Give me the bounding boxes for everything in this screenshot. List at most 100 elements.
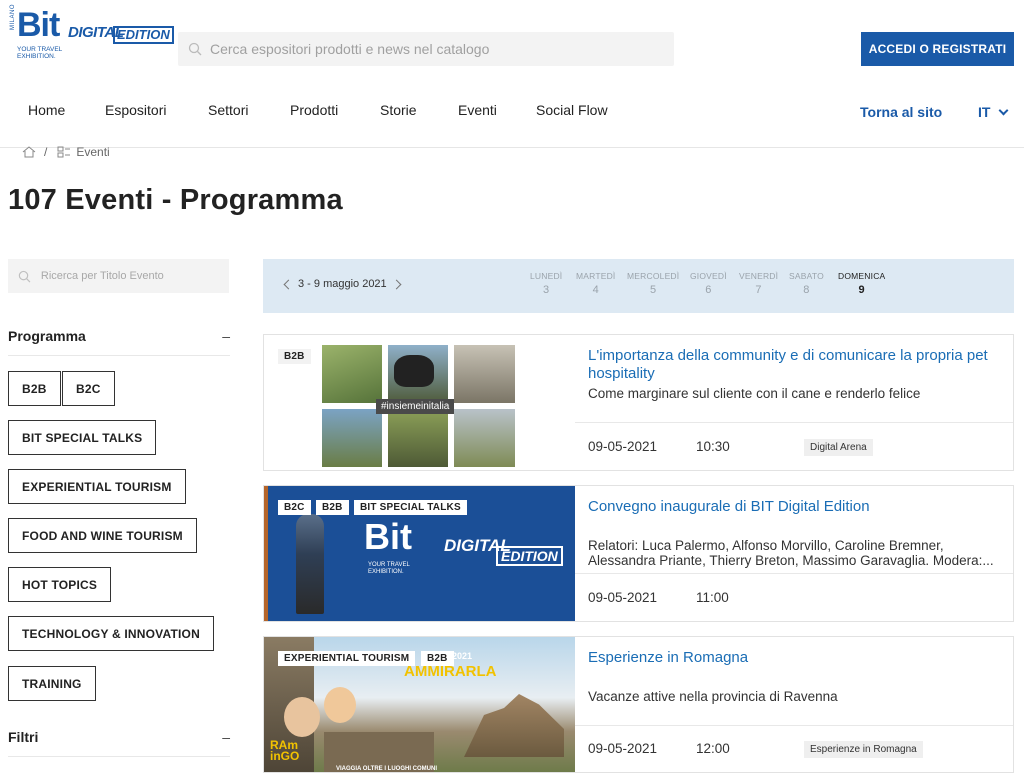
week-range-label: 3 - 9 maggio 2021 [298, 278, 387, 290]
calendar-day-friday[interactable]: VENERDÌ 7 [739, 271, 778, 296]
day-name: VENERDÌ [739, 271, 779, 281]
calendar-day-saturday[interactable]: SABATO 8 [789, 271, 824, 296]
image-year: 2021 [452, 651, 473, 661]
image-logo-bit: Bit [364, 516, 412, 557]
nav-item-storie[interactable]: Storie [380, 102, 417, 118]
event-title[interactable]: L'importanza della community e di comuni… [588, 347, 1008, 383]
catalog-search-input[interactable] [210, 41, 650, 57]
language-label: IT [978, 104, 991, 120]
event-badge-b2b: B2B [316, 500, 349, 515]
event-date: 09-05-2021 [588, 590, 658, 605]
filter-chip-b2b[interactable]: B2B [8, 371, 61, 406]
nav-item-settori[interactable]: Settori [208, 102, 248, 118]
calendar-day-thursday[interactable]: GIOVEDÌ 6 [690, 271, 727, 296]
day-number: 5 [650, 284, 657, 296]
programma-label: Programma [8, 327, 86, 344]
logo-tagline: YOUR TRAVEL EXHIBITION. [17, 46, 77, 60]
filtri-section-header[interactable]: Filtri – [8, 717, 230, 757]
programma-section-header[interactable]: Programma – [8, 316, 230, 356]
logo-edition-text: EDITION [113, 26, 174, 44]
day-name: LUNEDÌ [530, 271, 563, 281]
event-subtitle: Vacanze attive nella provincia di Ravenn… [588, 689, 838, 704]
language-selector[interactable]: IT [978, 104, 1009, 120]
catalog-search-bar [178, 32, 674, 66]
filtri-label: Filtri [8, 728, 39, 745]
calendar-day-tuesday[interactable]: MARTEDÌ 4 [576, 271, 616, 296]
back-to-site-link[interactable]: Torna al sito [860, 104, 942, 120]
filter-chip-hot-topics[interactable]: HOT TOPICS [8, 567, 112, 602]
event-title[interactable]: Esperienze in Romagna [588, 649, 1008, 667]
filter-chip-experiential-tourism[interactable]: EXPERIENTIAL TOURISM [8, 469, 186, 504]
image-ramingo-line-2: inGO [270, 749, 300, 763]
logo-tagline-line-1: YOUR TRAVEL [17, 46, 63, 53]
event-card[interactable]: AMMIRARLA 2021 RAm inGO VIAGGIA OLTRE I L… [263, 636, 1014, 773]
nav-item-home[interactable]: Home [28, 102, 65, 118]
image-logo-edition: EDITION [496, 546, 563, 566]
filter-chip-bit-special-talks[interactable]: BIT SPECIAL TALKS [8, 420, 157, 455]
collapse-icon[interactable]: – [222, 729, 230, 745]
event-image-pet-hospitality: #insiemeinitalia [264, 335, 575, 470]
calendar-day-wednesday[interactable]: MERCOLEDÌ 5 [627, 271, 679, 296]
card-divider [575, 725, 1013, 726]
day-number: 3 [543, 284, 550, 296]
breadcrumb-current[interactable]: Eventi [76, 145, 109, 159]
nav-item-prodotti[interactable]: Prodotti [290, 102, 338, 118]
filter-chip-training[interactable]: TRAINING [8, 666, 96, 701]
events-icon [57, 146, 71, 158]
day-name: SABATO [789, 271, 824, 281]
image-caption-hashtag: #insiemeinitalia [376, 399, 455, 414]
home-icon[interactable] [22, 146, 36, 158]
day-number: 8 [803, 284, 810, 296]
filter-chip-food-and-wine-tourism[interactable]: FOOD AND WINE TOURISM [8, 518, 197, 553]
day-name: DOMENICA [838, 271, 886, 281]
event-badge-b2b: B2B [278, 349, 311, 364]
event-date: 09-05-2021 [588, 741, 658, 756]
previous-week-icon[interactable] [283, 279, 294, 289]
event-card[interactable]: #insiemeinitalia B2B L'importanza della … [263, 334, 1014, 471]
event-badge-bit-special-talks: BIT SPECIAL TALKS [354, 500, 467, 515]
nav-item-social-flow[interactable]: Social Flow [536, 102, 608, 118]
day-name: MARTEDÌ [576, 271, 616, 281]
nav-item-espositori[interactable]: Espositori [105, 102, 166, 118]
day-number: 6 [705, 284, 712, 296]
event-title-search [8, 259, 229, 293]
day-number: 7 [755, 284, 762, 296]
next-week-icon[interactable] [391, 279, 402, 289]
nav-item-eventi[interactable]: Eventi [458, 102, 497, 118]
breadcrumb-separator: / [44, 145, 48, 159]
image-logo-tagline: YOUR TRAVEL EXHIBITION. [368, 562, 410, 576]
event-time: 12:00 [696, 741, 730, 756]
chevron-down-icon [999, 105, 1009, 116]
card-divider [575, 422, 1013, 423]
site-header: MILANO Bit YOUR TRAVEL EXHIBITION. DIGIT… [0, 0, 1024, 148]
day-number: 9 [858, 284, 865, 296]
search-icon [188, 42, 202, 56]
logo-milano-text: MILANO [10, 3, 16, 30]
event-location-tag: Esperienze in Romagna [804, 741, 923, 758]
collapse-icon[interactable]: – [222, 328, 230, 344]
bit-digital-edition-logo[interactable]: MILANO Bit YOUR TRAVEL EXHIBITION. DIGIT… [10, 4, 174, 66]
filter-chip-technology-innovation[interactable]: TECHNOLOGY & INNOVATION [8, 616, 214, 651]
event-time: 10:30 [696, 439, 730, 454]
event-badge-b2b: B2B [421, 651, 454, 666]
event-card[interactable]: Bit YOUR TRAVEL EXHIBITION. DIGITAL EDITI… [263, 485, 1014, 622]
filter-chip-b2c[interactable]: B2C [62, 371, 115, 406]
calendar-day-monday[interactable]: LUNEDÌ 3 [530, 271, 562, 296]
day-name: MERCOLEDÌ [627, 271, 680, 281]
image-tagline-line-2: EXHIBITION. [368, 569, 404, 575]
event-title-search-input[interactable] [40, 270, 229, 282]
week-calendar: 3 - 9 maggio 2021 LUNEDÌ 3 MARTEDÌ 4 MERCO… [263, 259, 1014, 313]
event-time: 11:00 [696, 590, 729, 605]
page-title: 107 Eventi - Programma [8, 184, 343, 216]
search-icon [18, 270, 31, 282]
event-title[interactable]: Convegno inaugurale di BIT Digital Editi… [588, 498, 1008, 516]
week-range: 3 - 9 maggio 2021 [283, 278, 402, 290]
image-ramingo-logo: RAm inGO [270, 739, 300, 763]
event-subtitle: Come marginare sul cliente con il cane e… [588, 386, 921, 401]
event-subtitle: Relatori: Luca Palermo, Alfonso Morvillo… [588, 538, 994, 568]
event-location-tag: Digital Arena [804, 439, 873, 456]
image-slogan: VIAGGIA OLTRE I LUOGHI COMUNI [336, 766, 437, 772]
day-name: GIOVEDÌ [690, 271, 727, 281]
login-register-button[interactable]: ACCEDI O REGISTRATI [861, 32, 1014, 66]
calendar-day-sunday[interactable]: DOMENICA 9 [838, 271, 885, 296]
